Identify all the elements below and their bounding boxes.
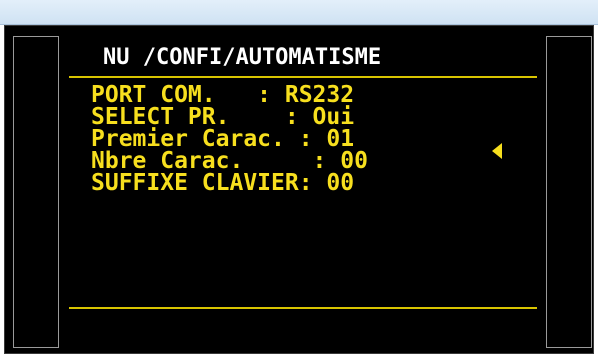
menu-line-suffixe-clavier[interactable]: SUFFIXE CLAVIER: 00 [91, 172, 354, 195]
title-divider [69, 76, 537, 78]
left-triangle-icon [492, 143, 502, 159]
right-side-panel [546, 36, 592, 348]
menu-path-title: NU /CONFI/AUTOMATISME [103, 45, 382, 70]
menu-line-select-pr[interactable]: SELECT PR. : Oui [91, 106, 354, 129]
window-titlebar [0, 0, 598, 25]
menu-line-port-com[interactable]: PORT COM. : RS232 [91, 84, 354, 107]
menu-line-premier-carac[interactable]: Premier Carac. : 01 [91, 128, 354, 151]
menu-line-nbre-carac[interactable]: Nbre Carac. : 00 [91, 150, 368, 173]
application-window: NU /CONFI/AUTOMATISME PORT COM. : RS232 … [0, 0, 598, 358]
lcd-screen: NU /CONFI/AUTOMATISME PORT COM. : RS232 … [63, 26, 543, 353]
display-frame: NU /CONFI/AUTOMATISME PORT COM. : RS232 … [4, 25, 594, 354]
left-side-panel [13, 36, 59, 348]
bottom-divider [69, 307, 537, 309]
